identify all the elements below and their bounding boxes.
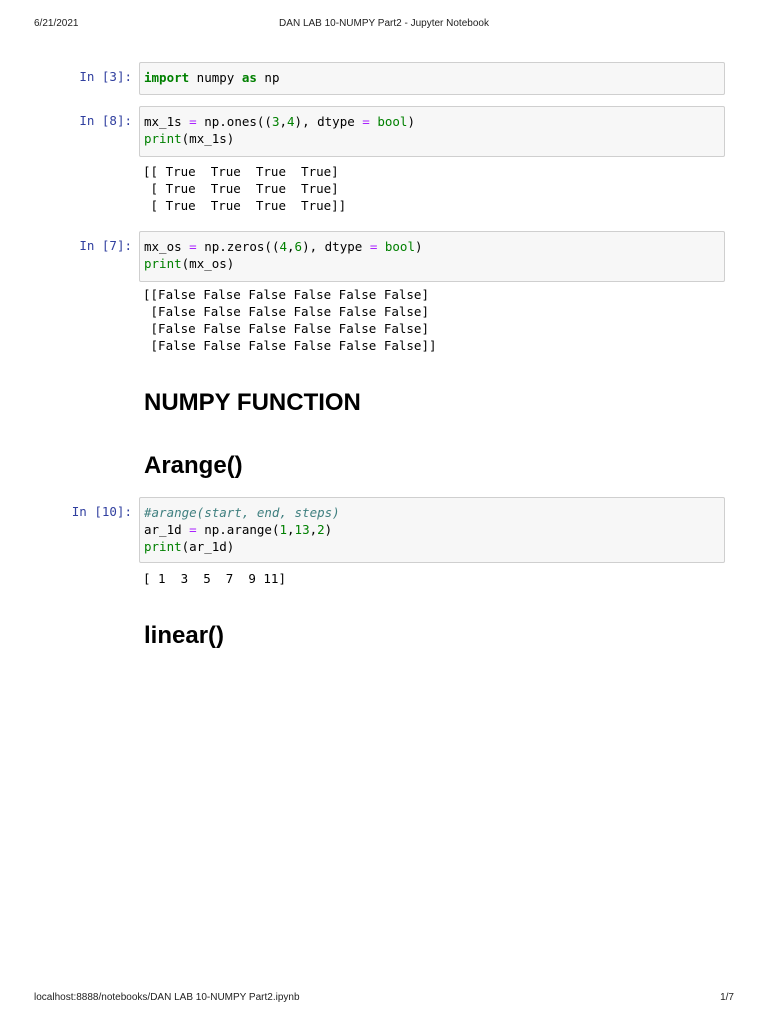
code-token: ): [407, 114, 415, 129]
code-input[interactable]: mx_1s = np.ones((3,4), dtype = bool) prin…: [139, 106, 725, 157]
code-token: 4: [287, 114, 295, 129]
output-line: [[False False False False False False]: [143, 287, 429, 302]
code-token: =: [189, 239, 197, 254]
input-prompt: In [3]:: [79, 69, 132, 84]
code-input[interactable]: mx_os = np.zeros((4,6), dtype = bool) pri…: [139, 231, 725, 282]
code-token: ,: [279, 114, 288, 129]
code-token: =: [189, 114, 197, 129]
code-token: 1: [279, 522, 288, 537]
code-line: mx_1s = np.ones((3,4), dtype = bool): [144, 113, 720, 130]
code-token: mx_1s: [144, 114, 190, 129]
output-line: [ True True True True]]: [143, 198, 347, 213]
code-line: print(ar_1d): [144, 538, 720, 555]
input-prompt: In [8]:: [79, 113, 132, 128]
code-line: ar_1d = np.arange(1,13,2): [144, 521, 720, 538]
code-token: 13: [294, 522, 310, 537]
code-token: import: [144, 70, 190, 85]
code-token: 2: [317, 522, 325, 537]
code-token: (ar_1d): [181, 539, 235, 554]
output-line: [False False False False False False]: [143, 321, 429, 336]
code-token: as: [241, 70, 257, 85]
code-token: ,: [309, 522, 318, 537]
output-line: [ True True True True]: [143, 181, 339, 196]
cell-output: [[False False False False False False] […: [143, 286, 437, 354]
code-token: np.zeros((: [196, 239, 280, 254]
code-token: np.ones((: [196, 114, 272, 129]
page-number: 1/7: [720, 992, 734, 1003]
output-line: [ 1 3 5 7 9 11]: [143, 571, 286, 586]
code-token: ), dtype: [294, 114, 363, 129]
code-token: ,: [287, 239, 295, 254]
code-token: bool: [384, 239, 415, 254]
code-line: print(mx_1s): [144, 130, 720, 147]
code-line: mx_os = np.zeros((4,6), dtype = bool): [144, 238, 720, 255]
output-line: [False False False False False False]: [143, 304, 429, 319]
input-prompt: In [10]:: [71, 504, 132, 519]
code-token: ,: [287, 522, 295, 537]
code-token: (mx_os): [181, 256, 235, 271]
code-token: mx_os: [144, 239, 190, 254]
cell-output: [ 1 3 5 7 9 11]: [143, 570, 286, 587]
input-prompt: In [7]:: [79, 238, 132, 253]
code-line: import numpy as np: [144, 69, 720, 86]
print-title: DAN LAB 10-NUMPY Part2 - Jupyter Noteboo…: [279, 18, 489, 29]
output-line: [False False False False False False]]: [143, 338, 437, 353]
code-token: 4: [279, 239, 288, 254]
code-line: print(mx_os): [144, 255, 720, 272]
notebook-page: 6/21/2021 DAN LAB 10-NUMPY Part2 - Jupyt…: [0, 0, 768, 1024]
heading-linear: linear(): [144, 622, 225, 649]
code-token: np: [256, 70, 280, 85]
code-input[interactable]: import numpy as np: [139, 62, 725, 95]
code-input[interactable]: #arange(start, end, steps) ar_1d = np.ara…: [139, 497, 725, 563]
code-token: (mx_1s): [181, 131, 235, 146]
code-token: bool: [377, 114, 408, 129]
code-token: print: [144, 131, 182, 146]
code-token: 6: [294, 239, 303, 254]
code-token: numpy: [189, 70, 242, 85]
code-token: ): [414, 239, 423, 254]
code-token: np.arange(: [196, 522, 280, 537]
heading-numpy-function: NUMPY FUNCTION: [144, 389, 361, 416]
code-token: print: [144, 539, 182, 554]
heading-arange: Arange(): [144, 452, 243, 479]
cell-output: [[ True True True True] [ True True True…: [143, 163, 346, 214]
code-token: ): [324, 522, 333, 537]
code-token: print: [144, 256, 182, 271]
code-token: ), dtype: [302, 239, 370, 254]
code-line: #arange(start, end, steps): [144, 504, 720, 521]
print-url: localhost:8888/notebooks/DAN LAB 10-NUMP…: [34, 992, 300, 1003]
code-token: =: [189, 522, 197, 537]
code-token: #arange(start, end, steps): [144, 505, 340, 520]
code-token: =: [362, 114, 370, 129]
code-token: ar_1d: [144, 522, 190, 537]
output-line: [[ True True True True]: [143, 164, 339, 179]
